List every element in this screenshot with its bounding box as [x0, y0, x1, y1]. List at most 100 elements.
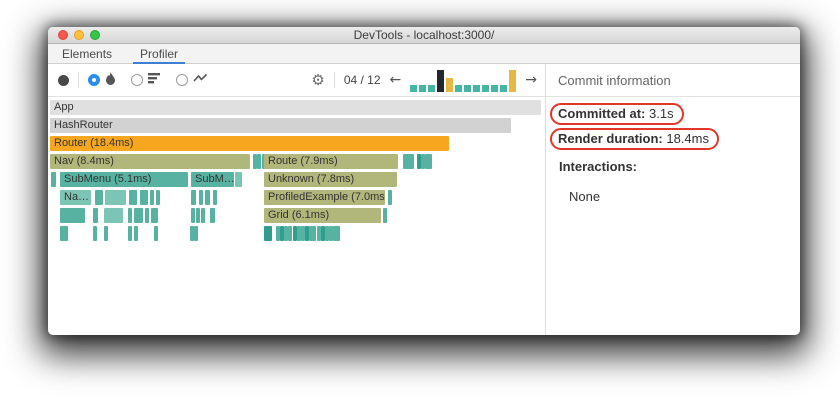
tab-profiler-label: Profiler: [140, 46, 179, 61]
flame-bar-fragment[interactable]: [93, 226, 97, 241]
flame-bar-fragment[interactable]: [50, 172, 56, 187]
flame-bar-fragment[interactable]: [145, 208, 149, 223]
flame-bar-fragment[interactable]: [257, 154, 261, 169]
toolbar-divider: [333, 72, 335, 88]
commit-bar[interactable]: [446, 78, 454, 92]
next-commit-button[interactable]: →: [525, 73, 537, 87]
flame-bar[interactable]: App: [50, 100, 541, 115]
flame-bar-fragment[interactable]: [128, 208, 132, 223]
commit-bar[interactable]: [419, 85, 427, 92]
commit-bar[interactable]: [500, 85, 508, 92]
flame-bar[interactable]: SubM…: [191, 172, 234, 187]
flame-bar-fragment[interactable]: [134, 226, 138, 241]
commit-bar[interactable]: [473, 85, 481, 92]
commit-bar[interactable]: [428, 85, 436, 92]
commit-bar[interactable]: [455, 85, 463, 92]
traffic-lights: [58, 30, 100, 40]
profiler-toolbar: ⚙ 04 / 12 ← →: [48, 64, 545, 97]
commit-info-title: Commit information: [558, 72, 671, 88]
commit-bar[interactable]: [482, 85, 490, 92]
commit-bar[interactable]: [410, 85, 418, 92]
render-duration-value: 18.4ms: [666, 131, 709, 146]
flame-bar-fragment[interactable]: [134, 208, 143, 223]
flame-bar-fragment[interactable]: [105, 190, 126, 205]
close-button[interactable]: [58, 30, 68, 40]
flame-bar-fragment[interactable]: [191, 190, 196, 205]
flame-bar[interactable]: Nav (8.4ms): [50, 154, 250, 169]
flame-bar[interactable]: HashRouter: [50, 118, 511, 133]
commit-bar[interactable]: [464, 85, 472, 92]
flame-bar-fragment[interactable]: [213, 190, 217, 205]
titlebar: DevTools - localhost:3000/: [48, 27, 800, 44]
flame-bar-fragment[interactable]: [196, 208, 200, 223]
interactions-radio[interactable]: [176, 74, 188, 86]
flame-bar[interactable]: SubMenu (5.1ms): [60, 172, 188, 187]
gear-icon[interactable]: ⚙: [311, 72, 324, 88]
commit-bar[interactable]: [437, 70, 445, 92]
flame-bar-fragment[interactable]: [128, 226, 132, 241]
flame-bar-fragment[interactable]: [210, 208, 215, 223]
committed-at-value: 3.1s: [649, 106, 674, 121]
tab-profiler[interactable]: Profiler: [133, 44, 186, 64]
flame-bar-fragment[interactable]: [235, 172, 242, 187]
commit-selector-chart[interactable]: [410, 68, 517, 92]
flame-bar-fragment[interactable]: [93, 208, 98, 223]
interactions-value: None: [569, 189, 601, 204]
tab-elements[interactable]: Elements: [62, 44, 112, 63]
flame-bar-fragment[interactable]: [104, 226, 108, 241]
commit-position-label: 04 / 12: [343, 73, 381, 87]
committed-at-label: Committed at:: [558, 106, 646, 121]
flame-bar-fragment[interactable]: [199, 190, 203, 205]
toolbar-divider: [78, 72, 79, 88]
flame-bar-fragment[interactable]: [388, 190, 392, 205]
zoom-button[interactable]: [90, 30, 100, 40]
main-split: ⚙ 04 / 12 ← → App HashRouter Router (18.4m…: [48, 64, 800, 335]
flame-bar-fragment[interactable]: [312, 226, 316, 241]
flame-bar[interactable]: ProfiledExample (7.0ms): [264, 190, 385, 205]
commit-bar[interactable]: [491, 85, 499, 92]
ranked-chart-icon: [148, 73, 161, 87]
tab-elements-label: Elements: [62, 46, 113, 61]
record-button[interactable]: [58, 74, 69, 86]
flame-bar-fragment[interactable]: [95, 190, 103, 205]
flame-bar-fragment[interactable]: [428, 154, 432, 169]
flame-bar[interactable]: Router (18.4ms): [50, 136, 449, 151]
flame-bar-fragment[interactable]: [201, 208, 205, 223]
flame-bar-fragment[interactable]: [288, 226, 292, 241]
flame-bar-fragment[interactable]: [140, 190, 148, 205]
minimize-button[interactable]: [74, 30, 84, 40]
flamegraph-chart[interactable]: App HashRouter Router (18.4ms) Nav (8.4ms) R…: [48, 97, 545, 335]
flame-bar-fragment[interactable]: [154, 226, 158, 241]
flamegraph-view-option[interactable]: [88, 72, 116, 88]
annotation-circle-committed-at: Committed at: 3.1s: [550, 103, 684, 125]
flame-bar[interactable]: Grid (6.1ms): [264, 208, 381, 223]
flame-icon: [105, 72, 116, 88]
window-title: DevTools - localhost:3000/: [353, 28, 495, 42]
ranked-view-option[interactable]: [131, 73, 161, 87]
ranked-radio[interactable]: [131, 74, 143, 86]
commit-info-header: Commit information: [546, 64, 800, 97]
flame-bar-fragment[interactable]: [151, 208, 158, 223]
flamegraph-radio[interactable]: [88, 74, 100, 86]
commit-bar[interactable]: [509, 70, 517, 92]
commit-info-panel: Commit information Committed at: 3.1s Re…: [546, 64, 800, 335]
flame-bar-fragment[interactable]: [403, 154, 414, 169]
flame-bar-fragment[interactable]: [104, 208, 123, 223]
flame-bar-fragment[interactable]: [264, 226, 272, 241]
tab-bar: Elements Profiler: [48, 44, 800, 64]
flame-bar-fragment[interactable]: [60, 208, 85, 223]
flame-bar[interactable]: Unknown (7.8ms): [264, 172, 397, 187]
flame-bar[interactable]: Na…: [60, 190, 91, 205]
flame-bar-fragment[interactable]: [205, 190, 210, 205]
previous-commit-button[interactable]: ←: [390, 73, 402, 87]
flame-bar-fragment[interactable]: [129, 190, 137, 205]
flame-bar-fragment[interactable]: [383, 208, 387, 223]
interactions-view-option[interactable]: [176, 73, 208, 87]
flame-bar-fragment[interactable]: [150, 190, 154, 205]
flame-bar[interactable]: Route (7.9ms): [264, 154, 398, 169]
flame-bar-fragment[interactable]: [194, 226, 198, 241]
flame-bar-fragment[interactable]: [156, 190, 160, 205]
flame-bar-fragment[interactable]: [191, 208, 195, 223]
flame-bar-fragment[interactable]: [336, 226, 340, 241]
flame-bar-fragment[interactable]: [60, 226, 68, 241]
